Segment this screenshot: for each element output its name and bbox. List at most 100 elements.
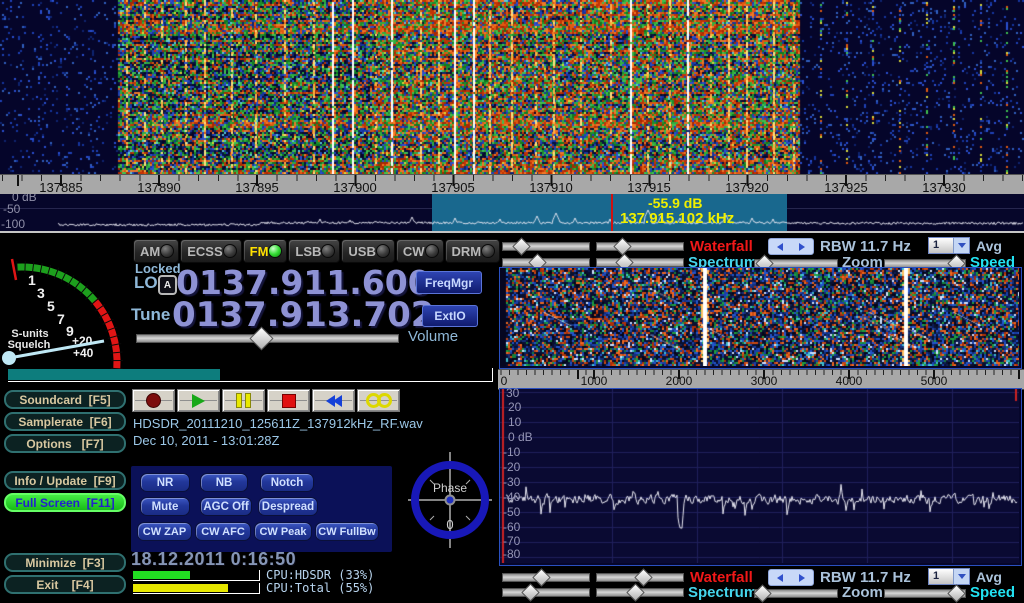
right-arrow-icon[interactable] bbox=[799, 574, 805, 582]
s-meter[interactable]: 1 3 5 7 9 +20 +40 S-units Squelch bbox=[0, 245, 134, 373]
freqmgr-button[interactable]: FreqMgr bbox=[416, 271, 482, 294]
nb-button[interactable]: NB bbox=[200, 473, 248, 492]
lo-auto-badge[interactable]: A bbox=[158, 275, 177, 295]
mode-lsb[interactable]: LSB bbox=[288, 239, 340, 263]
mode-label: ECSS bbox=[187, 244, 222, 259]
smeter-needle-pivot bbox=[2, 351, 16, 365]
waterfall-shift-spinner[interactable] bbox=[768, 238, 814, 255]
mode-led-icon bbox=[160, 244, 174, 258]
left-arrow-icon[interactable] bbox=[777, 243, 783, 251]
waterfall-contrast-slider-2[interactable] bbox=[596, 570, 684, 583]
loop-button[interactable] bbox=[357, 389, 400, 412]
stop-button[interactable] bbox=[267, 389, 310, 412]
mode-fm[interactable]: FM bbox=[243, 239, 288, 263]
db-label: -80 bbox=[503, 547, 520, 561]
avg-dropdown[interactable]: 1 bbox=[928, 237, 970, 254]
main-frequency-ruler[interactable]: 137885 137890 137895 137900 137905 13791… bbox=[0, 174, 1024, 195]
db-label: -70 bbox=[503, 534, 520, 548]
audio-spectrum-frame: 30 20 10 0 dB -10 -20 -30 -40 -50 -60 -7… bbox=[499, 388, 1022, 566]
main-spectrum-trace bbox=[0, 194, 1024, 231]
volume-slider[interactable] bbox=[136, 331, 399, 344]
dropdown-arrow-button[interactable] bbox=[953, 569, 969, 584]
rbw-readout: RBW 11.7 Hz bbox=[820, 238, 911, 255]
soundcard-button[interactable]: Soundcard [F5] bbox=[4, 390, 126, 409]
buffer-progress-fill bbox=[8, 369, 220, 380]
mode-led-icon bbox=[376, 244, 390, 258]
despread-button[interactable]: Despread bbox=[258, 497, 318, 516]
right-arrow-icon[interactable] bbox=[799, 243, 805, 251]
phase-dot bbox=[447, 497, 454, 504]
cw-fullbw-button[interactable]: CW FullBw bbox=[315, 522, 379, 541]
db-label: -40 bbox=[503, 490, 520, 504]
waterfall-shift-spinner-2[interactable] bbox=[768, 569, 814, 586]
audio-waterfall-display[interactable] bbox=[500, 268, 1019, 366]
options-button[interactable]: Options [F7] bbox=[4, 434, 126, 453]
full-screen-button[interactable]: Full Screen [F11] bbox=[4, 493, 126, 512]
chevron-down-icon bbox=[958, 574, 966, 579]
smeter-scale-label: 3 bbox=[37, 285, 45, 301]
mode-am[interactable]: AM bbox=[133, 239, 179, 263]
zoom-slider-2[interactable] bbox=[754, 586, 838, 599]
mode-drm[interactable]: DRM bbox=[445, 239, 501, 263]
info-update-button[interactable]: Info / Update [F9] bbox=[4, 471, 126, 490]
spectrum-label-2: Spectrum bbox=[688, 584, 757, 601]
cw-zap-button[interactable]: CW ZAP bbox=[137, 522, 192, 541]
rewind-icon bbox=[326, 395, 342, 407]
mute-button[interactable]: Mute bbox=[140, 497, 190, 516]
record-button[interactable] bbox=[132, 389, 175, 412]
audio-spectrum-display[interactable] bbox=[500, 389, 1019, 563]
cpu-hdsdr-label: CPU:HDSDR (33%) bbox=[266, 568, 374, 582]
pause-button[interactable] bbox=[222, 389, 265, 412]
agc-off-button[interactable]: AGC Off bbox=[200, 497, 252, 516]
mode-cw[interactable]: CW bbox=[396, 239, 444, 263]
freq-tick: 137895 bbox=[235, 180, 278, 195]
mode-led-icon bbox=[268, 244, 282, 258]
exit-button[interactable]: Exit [F4] bbox=[4, 575, 126, 594]
slider-handle[interactable] bbox=[249, 326, 273, 350]
spectrum-range-slider-1b[interactable] bbox=[502, 585, 590, 598]
smeter-peak-marker bbox=[12, 259, 16, 280]
db-label: 0 dB bbox=[508, 430, 533, 444]
avg-dropdown-2[interactable]: 1 bbox=[928, 568, 970, 585]
smeter-scale-label: 7 bbox=[57, 311, 65, 327]
notch-button[interactable]: Notch bbox=[260, 473, 314, 492]
playback-controls bbox=[132, 389, 400, 412]
dsp-panel: NR NB Notch Mute AGC Off Despread CW ZAP… bbox=[131, 466, 392, 552]
waterfall-brightness-slider[interactable] bbox=[502, 239, 590, 252]
freq-tick: 137915 bbox=[627, 180, 670, 195]
samplerate-button[interactable]: Samplerate [F6] bbox=[4, 412, 126, 431]
nr-button[interactable]: NR bbox=[140, 473, 190, 492]
mode-ecss[interactable]: ECSS bbox=[180, 239, 241, 263]
tune-label: Tune bbox=[131, 305, 170, 325]
signal-level-readout: -55.9 dB bbox=[648, 195, 702, 211]
extio-button[interactable]: ExtIO bbox=[422, 305, 478, 327]
freq-tick: 137890 bbox=[137, 180, 180, 195]
tune-frequency-display[interactable]: 0137.913.702 bbox=[172, 298, 434, 332]
minimize-button[interactable]: Minimize [F3] bbox=[4, 553, 126, 572]
waterfall-brightness-slider-2[interactable] bbox=[502, 570, 590, 583]
mode-usb[interactable]: USB bbox=[341, 239, 394, 263]
freq-tick: 137925 bbox=[824, 180, 867, 195]
freq-tick: 137900 bbox=[333, 180, 376, 195]
volume-label: Volume bbox=[408, 328, 458, 345]
cpu-hdsdr-bar bbox=[133, 570, 260, 581]
main-spectrum-display[interactable]: 0 dB -50 -100 -55.9 dB 137.915.102 kHz bbox=[0, 194, 1024, 231]
audio-frequency-ruler[interactable]: 0 1000 2000 3000 4000 5000 bbox=[498, 369, 1024, 390]
lo-label: LO bbox=[134, 273, 158, 293]
smeter-scale-label: 1 bbox=[28, 272, 36, 288]
freq-tick: 137920 bbox=[725, 180, 768, 195]
cw-peak-button[interactable]: CW Peak bbox=[254, 522, 312, 541]
play-button[interactable] bbox=[177, 389, 220, 412]
left-arrow-icon[interactable] bbox=[777, 574, 783, 582]
waterfall-contrast-slider[interactable] bbox=[596, 239, 684, 252]
main-waterfall-display[interactable] bbox=[0, 0, 1024, 174]
dropdown-arrow-button[interactable] bbox=[953, 238, 969, 253]
spectrum-range-slider-2b[interactable] bbox=[596, 585, 684, 598]
mode-led-icon bbox=[321, 244, 335, 258]
cpu-hdsdr-fill bbox=[133, 571, 190, 579]
mode-label: CW bbox=[403, 244, 425, 259]
rewind-button[interactable] bbox=[312, 389, 355, 412]
freq-tick: 137885 bbox=[39, 180, 82, 195]
speed-slider-2[interactable] bbox=[884, 586, 966, 599]
cw-afc-button[interactable]: CW AFC bbox=[195, 522, 251, 541]
